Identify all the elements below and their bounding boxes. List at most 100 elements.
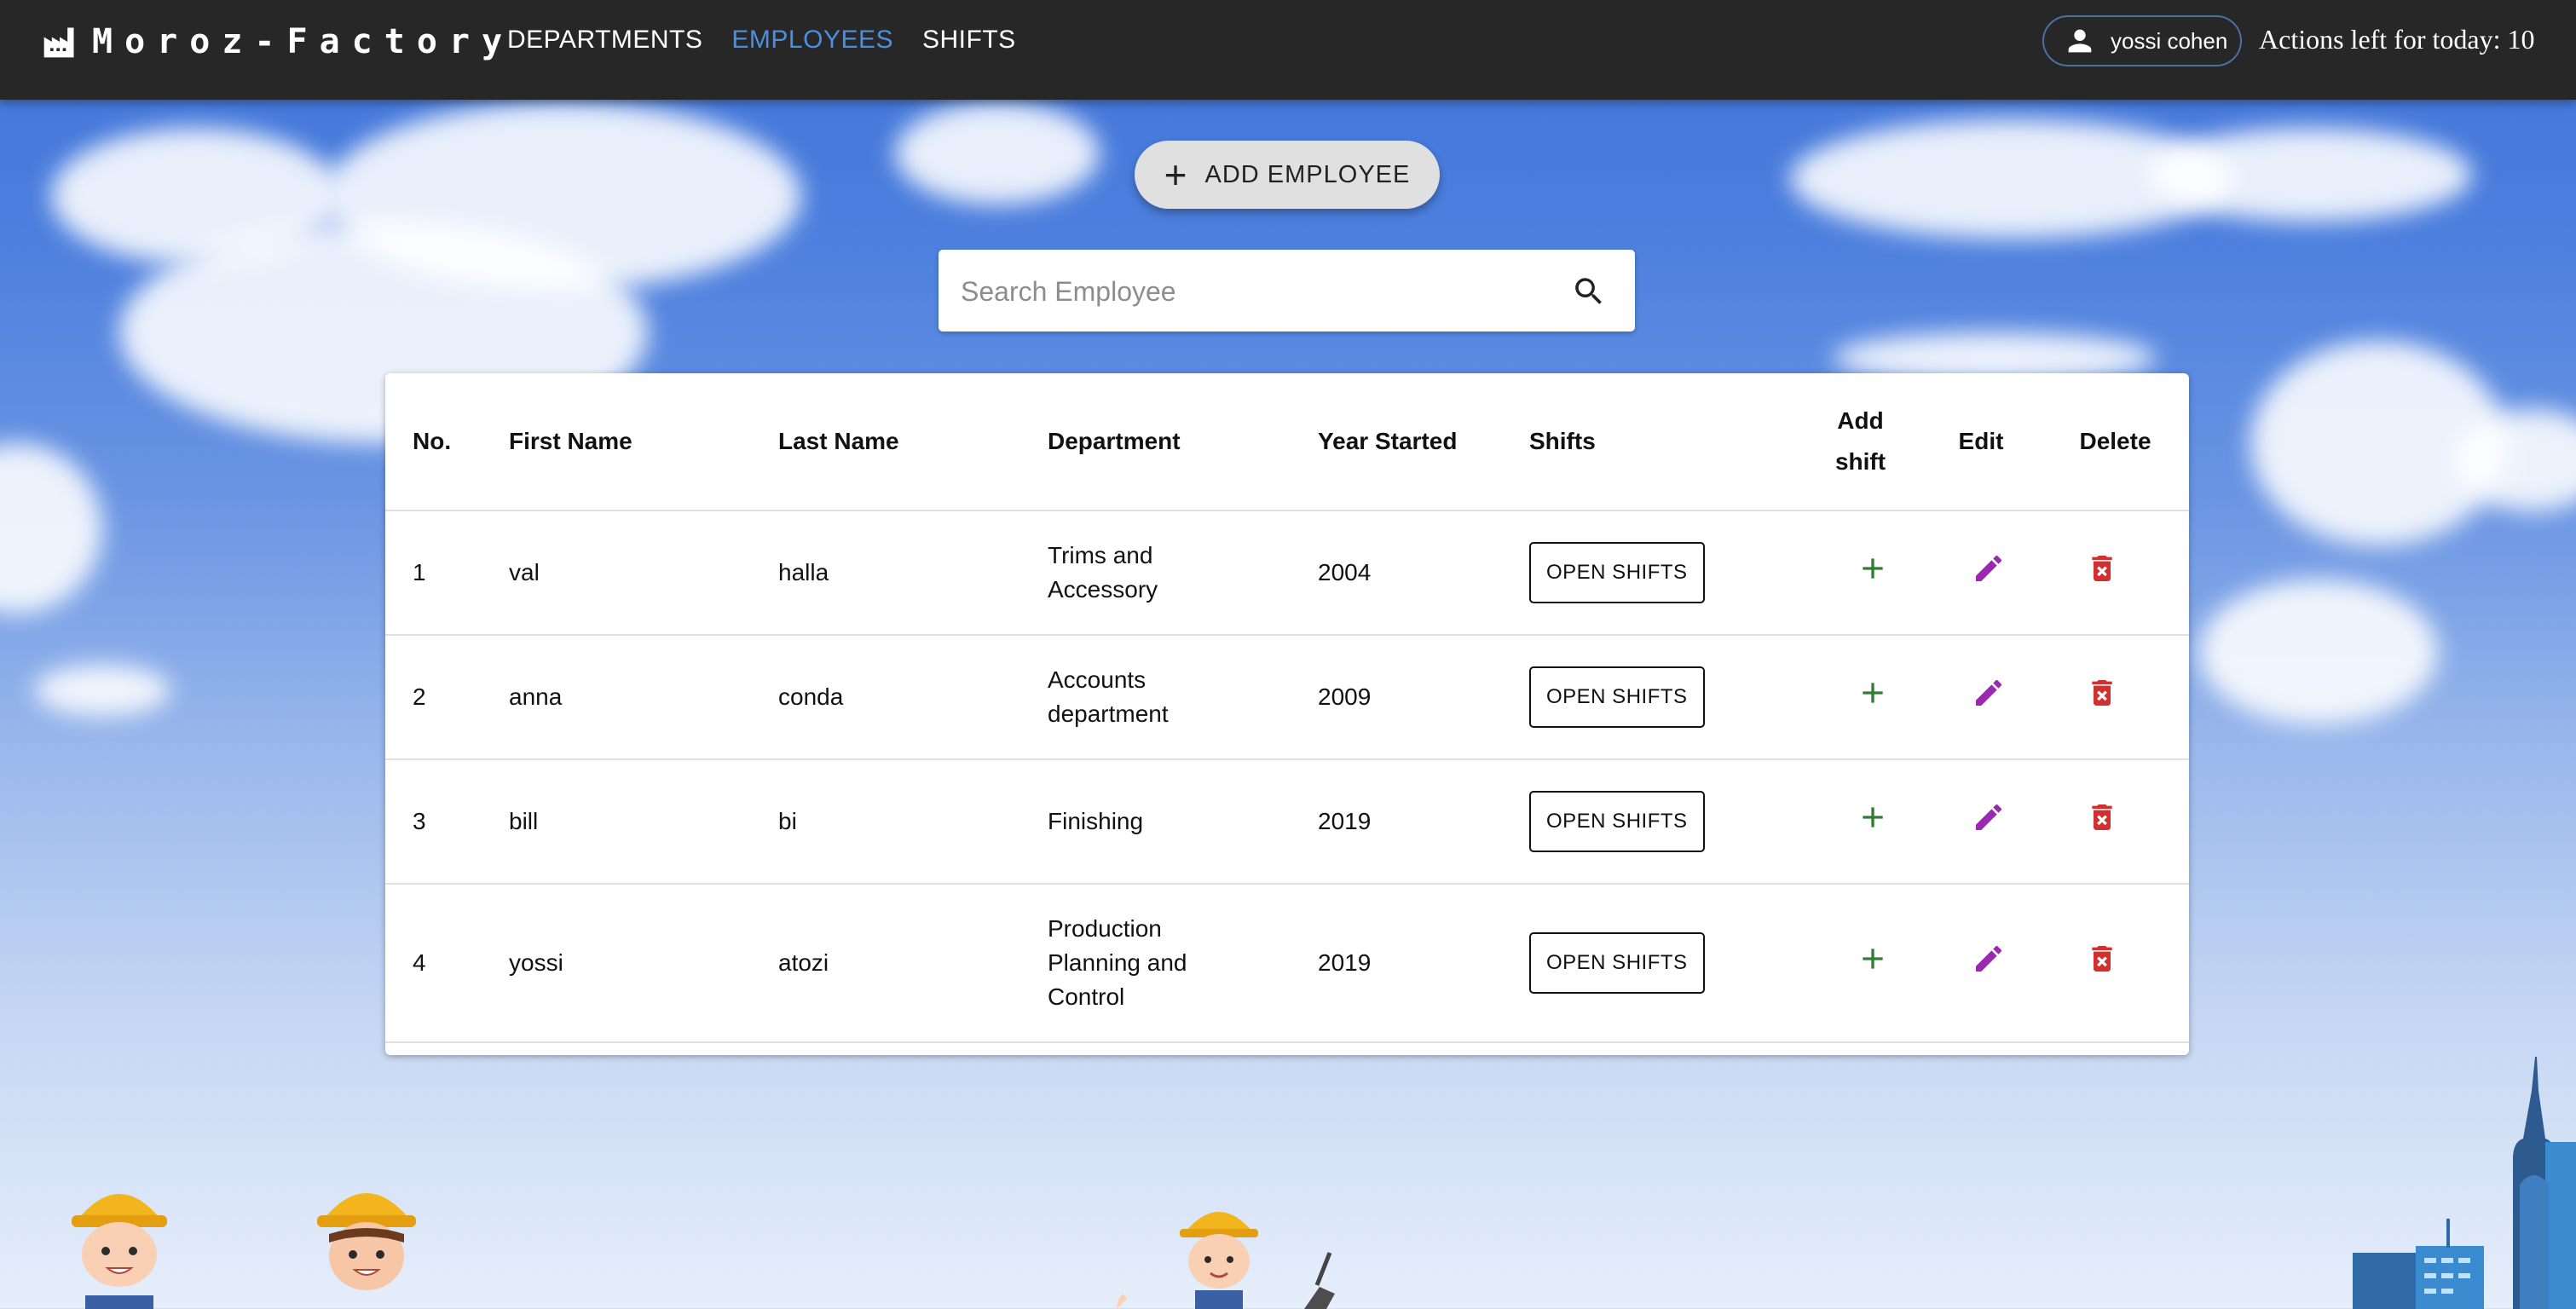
cell-no: 3 [385,759,509,885]
trash-icon [2091,679,2112,706]
header-no: No. [385,373,509,511]
table-header-row: No. First Name Last Name Department Year… [385,373,2189,511]
cell-department: Accounts department [1048,635,1318,760]
department-text: Accounts department [1048,666,1169,727]
nav-shifts[interactable]: SHIFTS [922,26,1016,55]
header-department: Department [1048,373,1318,511]
cell-add-shift [1800,884,1920,1043]
cell-year: 2019 [1318,884,1529,1043]
header-shifts: Shifts [1529,373,1800,511]
cloud-decoration [51,128,341,264]
table-row: 1 val halla Trims and Accessory 2004 OPE… [385,510,2189,636]
cell-first-name: val [509,510,778,636]
table-row: 4 yossi atozi Production Planning and Co… [385,884,2189,1043]
cell-first-name: anna [509,635,778,760]
add-shift-button[interactable] [1856,676,1890,710]
nav-departments[interactable]: DEPARTMENTS [507,26,702,55]
cell-first-name: yossi [509,884,778,1043]
cell-shifts: OPEN SHIFTS [1529,884,1800,1043]
add-shift-button[interactable] [1856,551,1890,585]
user-chip[interactable]: yossi cohen [2042,15,2242,66]
cell-delete [2042,759,2189,885]
nav-employees[interactable]: EMPLOYEES [731,26,893,55]
pencil-icon [1976,555,2001,581]
cell-last-name: atozi [778,884,1048,1043]
cell-department: Production Planning and Control [1048,884,1318,1043]
brand[interactable]: Moroz-Factory [41,22,514,61]
pencil-icon [1976,679,2001,706]
cell-add-shift [1800,510,1920,636]
header-last-name: Last Name [778,373,1048,511]
open-shifts-button[interactable]: OPEN SHIFTS [1529,932,1705,994]
cloud-decoration [2148,128,2472,222]
cloud-decoration [2199,580,2438,724]
plus-icon [1862,682,1883,703]
open-shifts-button[interactable]: OPEN SHIFTS [1529,542,1705,603]
plus-icon [1862,806,1883,827]
header-add-shift: Add shift [1800,373,1920,511]
cloud-decoration [324,102,801,290]
search-box [939,250,1635,332]
actions-left-counter: Actions left for today: 10 [2259,24,2535,55]
plus-icon: + [1164,153,1188,197]
department-text: Production Planning and Control [1048,915,1187,1010]
edit-button[interactable] [1972,800,2006,834]
main-nav: DEPARTMENTS EMPLOYEES SHIFTS [507,26,1016,55]
header-first-name: First Name [509,373,778,511]
trash-icon [2091,804,2112,830]
trash-icon [2091,555,2112,581]
brand-name: Moroz-Factory [92,22,515,61]
employees-table-card: No. First Name Last Name Department Year… [385,373,2189,1055]
cell-no: 4 [385,884,509,1043]
person-icon [2068,29,2092,53]
search-input[interactable] [959,268,1542,314]
edit-button[interactable] [1972,551,2006,585]
worker-illustration [72,1194,167,1309]
cell-year: 2009 [1318,635,1529,760]
table-row: 3 bill bi Finishing 2019 OPEN SHIFTS [385,759,2189,885]
cell-edit [1920,759,2042,885]
city-buildings-illustration [2353,1057,2576,1309]
edit-button[interactable] [1972,942,2006,976]
header-year-started: Year Started [1318,373,1529,511]
worker-illustration [1117,1212,1335,1309]
delete-button[interactable] [2085,800,2119,834]
cell-year: 2019 [1318,759,1529,885]
search-icon[interactable] [1571,274,1607,309]
header-add-shift-line2: shift [1834,448,1886,475]
cell-delete [2042,510,2189,636]
cell-shifts: OPEN SHIFTS [1529,635,1800,760]
open-shifts-button[interactable]: OPEN SHIFTS [1529,791,1705,852]
add-employee-label: ADD EMPLOYEE [1204,160,1411,188]
add-shift-button[interactable] [1856,942,1890,976]
delete-button[interactable] [2085,551,2119,585]
cell-last-name: conda [778,635,1048,760]
add-shift-button[interactable] [1856,800,1890,834]
delete-button[interactable] [2085,942,2119,976]
trash-icon [2091,945,2112,972]
cell-last-name: bi [778,759,1048,885]
department-text: Trims and Accessory [1048,542,1158,603]
cell-department: Finishing [1048,759,1318,885]
plus-icon [1862,948,1883,969]
header-edit: Edit [1920,373,2042,511]
cloud-decoration [34,665,170,716]
cloud-decoration [895,102,1100,205]
edit-button[interactable] [1972,676,2006,710]
cell-edit [1920,884,2042,1043]
pencil-icon [1976,804,2001,830]
factory-icon [43,27,74,58]
department-text: Finishing [1048,808,1144,834]
cell-last-name: halla [778,510,1048,636]
cell-edit [1920,635,2042,760]
cell-shifts: OPEN SHIFTS [1529,510,1800,636]
cell-edit [1920,510,2042,636]
open-shifts-button[interactable]: OPEN SHIFTS [1529,666,1705,728]
cell-delete [2042,635,2189,760]
pencil-icon [1976,945,2001,972]
delete-button[interactable] [2085,676,2119,710]
add-employee-button[interactable]: + ADD EMPLOYEE [1135,141,1440,209]
cloud-decoration [0,443,102,614]
worker-illustration [317,1193,416,1290]
table-row: 2 anna conda Accounts department 2009 OP… [385,635,2189,760]
